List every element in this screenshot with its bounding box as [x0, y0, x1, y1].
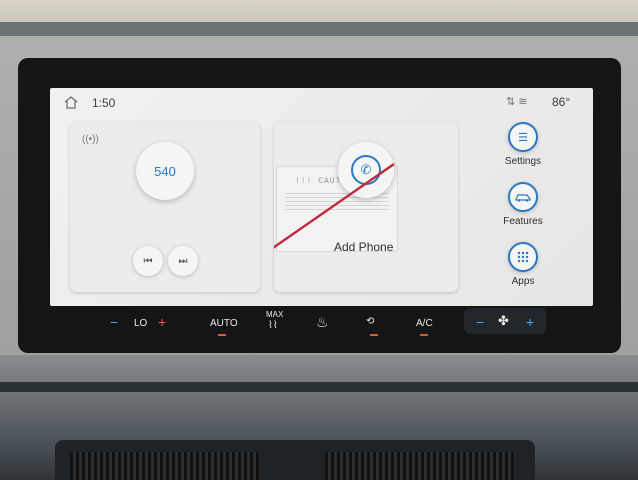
apps-label: Apps [511, 276, 535, 287]
settings-label: Settings [504, 156, 542, 167]
features-label: Features [503, 216, 543, 227]
auto-button[interactable]: AUTO [210, 318, 238, 329]
radio-signal-icon: ((•)) [82, 134, 99, 145]
grid-icon [508, 242, 538, 272]
driver-temp-value: LO [134, 318, 148, 329]
features-shortcut[interactable]: Features [490, 182, 556, 227]
ac-button[interactable]: A/C [416, 318, 433, 329]
fan-down-button[interactable]: − [476, 314, 484, 330]
ac-indicator [420, 334, 428, 336]
apps-shortcut[interactable]: Apps [490, 242, 556, 287]
max-defrost-button[interactable]: MAX [266, 310, 283, 319]
fan-control: − ✤ + [464, 308, 546, 334]
home-icon[interactable] [64, 96, 78, 109]
radio-frequency-button[interactable]: 540 [136, 142, 194, 200]
defrost-icon: ⌇⌇ [268, 320, 278, 331]
clock: 1:50 [92, 96, 116, 110]
seek-forward-icon: ⏭ [178, 255, 188, 267]
infotainment-screen: 1:50 ⇅ ≋ 86° ((•)) 540 ⏮ ⏭ !!! CAUTION !… [50, 88, 593, 306]
sliders-icon: ☰ [508, 122, 538, 152]
recirculation-indicator [370, 334, 378, 336]
defrost-vent [0, 22, 638, 36]
connectivity-icons: ⇅ ≋ [506, 96, 528, 108]
seek-back-icon: ⏮ [143, 255, 153, 267]
driver-temp-down-button[interactable]: − [110, 314, 118, 330]
auto-indicator [218, 334, 226, 336]
fan-up-button[interactable]: + [526, 314, 534, 330]
vent-right [325, 452, 515, 480]
seek-forward-button[interactable]: ⏭ [168, 246, 198, 276]
climate-bar: − LO + AUTO MAX ⌇⌇ ♨ ⟲ A/C − ✤ + [50, 308, 593, 344]
status-bar: 1:50 ⇅ ≋ 86° [50, 88, 593, 116]
seat-climate-icon[interactable]: ♨ [316, 314, 329, 331]
recirculation-icon[interactable]: ⟲ [366, 316, 374, 327]
fan-icon: ✤ [498, 313, 509, 328]
car-icon [508, 182, 538, 212]
vent-left [70, 452, 260, 480]
radio-card[interactable]: ((•)) 540 ⏮ ⏭ [70, 122, 260, 292]
sticker-strike-line [274, 163, 395, 249]
driver-temp-up-button[interactable]: + [158, 314, 166, 330]
seek-back-button[interactable]: ⏮ [133, 246, 163, 276]
outside-temperature: 86° [552, 95, 571, 109]
phone-card[interactable]: !!! CAUTION !!! ✆ Add Phone [274, 122, 458, 292]
dashboard-trim [0, 382, 638, 392]
settings-shortcut[interactable]: ☰ Settings [490, 122, 556, 167]
